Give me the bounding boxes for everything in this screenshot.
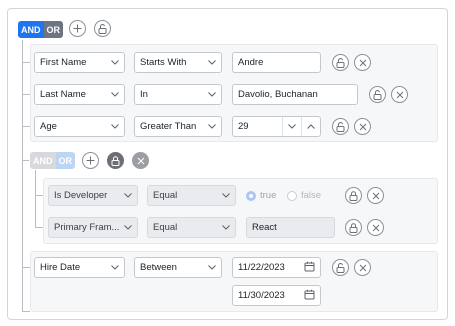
- chevron-down-icon: [123, 191, 132, 200]
- rule2-value-text: Davolio, Buchanan: [238, 89, 318, 100]
- rule2-operator-dropdown[interactable]: In: [134, 84, 222, 105]
- subrule1-operator-value: Equal: [153, 190, 178, 201]
- rule3-operator-dropdown[interactable]: Greater Than: [134, 116, 222, 137]
- rule3-field-value: Age: [40, 121, 57, 132]
- subrule1-field-dropdown[interactable]: Is Developer: [48, 185, 138, 206]
- radio-selected-icon: [246, 190, 256, 201]
- subrule1-false-radio[interactable]: false: [287, 190, 321, 201]
- subgroup-and-or-toggle[interactable]: AND OR: [30, 152, 75, 169]
- subrule2-value-text: React: [252, 222, 277, 233]
- rule3-value-numeric[interactable]: 29: [232, 116, 321, 137]
- rule2-value-input[interactable]: Davolio, Buchanan: [232, 84, 358, 105]
- chevron-down-icon: [221, 223, 230, 232]
- tree-connector: [22, 160, 29, 161]
- rule4-field-dropdown[interactable]: Hire Date: [34, 257, 125, 278]
- calendar-icon[interactable]: [304, 261, 315, 275]
- root-or-button[interactable]: OR: [43, 21, 63, 38]
- rule4-close-icon[interactable]: [354, 259, 371, 276]
- rule1-value-input[interactable]: Andre: [232, 52, 321, 73]
- rule1-value-text: Andre: [238, 57, 264, 68]
- chevron-down-icon: [207, 90, 216, 99]
- subrule1-true-label: true: [260, 190, 277, 201]
- rule4-unlock-icon[interactable]: [332, 259, 349, 276]
- rule4-to-date-input[interactable]: 11/30/2023: [232, 285, 321, 306]
- subrule1-true-radio[interactable]: true: [246, 190, 276, 201]
- subrule2-close-icon[interactable]: [367, 219, 384, 236]
- rule4-from-date-text: 11/22/2023: [238, 262, 285, 273]
- tree-connector: [35, 170, 36, 228]
- subrule2-operator-dropdown[interactable]: Equal: [147, 217, 236, 238]
- chevron-down-icon: [110, 58, 119, 67]
- rule1-field-value: First Name: [40, 57, 87, 68]
- rule1-close-icon[interactable]: [354, 54, 371, 71]
- chevron-down-icon: [110, 263, 119, 272]
- root-add-icon[interactable]: [69, 20, 86, 37]
- rule1-field-dropdown[interactable]: First Name: [34, 52, 125, 73]
- subgroup-add-icon[interactable]: [82, 152, 99, 169]
- rule2-field-dropdown[interactable]: Last Name: [34, 84, 125, 105]
- tree-connector: [22, 40, 23, 312]
- subgroup-or-button[interactable]: OR: [55, 152, 75, 169]
- rule4-operator-value: Between: [140, 262, 177, 273]
- rule3-operator-value: Greater Than: [140, 121, 197, 132]
- subgroup-lock-icon[interactable]: [107, 152, 124, 169]
- rule1-operator-dropdown[interactable]: Starts With: [134, 52, 222, 73]
- subgroup-close-icon[interactable]: [132, 152, 149, 169]
- subrule2-field-value: Primary Fram...: [54, 222, 120, 233]
- spin-down-icon[interactable]: [282, 117, 301, 136]
- subrule1-close-icon[interactable]: [367, 187, 384, 204]
- radio-unselected-icon: [287, 190, 297, 201]
- rule1-unlock-icon[interactable]: [332, 54, 349, 71]
- rule4-field-value: Hire Date: [40, 262, 81, 273]
- rule3-value-text: 29: [238, 121, 249, 132]
- chevron-down-icon: [221, 191, 230, 200]
- chevron-down-icon: [110, 122, 119, 131]
- root-and-or-toggle[interactable]: AND OR: [18, 21, 63, 38]
- chevron-down-icon: [207, 58, 216, 67]
- subgroup-and-button[interactable]: AND: [30, 152, 56, 169]
- rule3-unlock-icon[interactable]: [332, 118, 349, 135]
- subrule2-field-dropdown[interactable]: Primary Fram...: [48, 217, 138, 238]
- rule3-close-icon[interactable]: [354, 118, 371, 135]
- chevron-down-icon: [123, 223, 132, 232]
- rule2-operator-value: In: [140, 89, 148, 100]
- tree-connector: [22, 311, 30, 312]
- subrule1-operator-dropdown[interactable]: Equal: [147, 185, 236, 206]
- rule2-field-value: Last Name: [40, 89, 86, 100]
- root-and-button[interactable]: AND: [18, 21, 44, 38]
- chevron-down-icon: [207, 263, 216, 272]
- spin-up-icon[interactable]: [301, 117, 320, 136]
- chevron-down-icon: [110, 90, 119, 99]
- root-unlock-icon[interactable]: [94, 20, 111, 37]
- subrule2-operator-value: Equal: [153, 222, 178, 233]
- subrule1-false-label: false: [301, 190, 322, 201]
- subrule1-lock-icon[interactable]: [345, 187, 362, 204]
- rule2-unlock-icon[interactable]: [369, 86, 386, 103]
- subrule2-value-input[interactable]: React: [246, 217, 335, 238]
- subrule1-field-value: Is Developer: [54, 190, 108, 201]
- chevron-down-icon: [207, 122, 216, 131]
- rule4-operator-dropdown[interactable]: Between: [134, 257, 222, 278]
- rule3-field-dropdown[interactable]: Age: [34, 116, 125, 137]
- rule4-from-date-input[interactable]: 11/22/2023: [232, 257, 321, 278]
- rule4-to-date-text: 11/30/2023: [238, 290, 285, 301]
- calendar-icon[interactable]: [304, 289, 315, 303]
- rule2-close-icon[interactable]: [391, 86, 408, 103]
- rule1-operator-value: Starts With: [140, 57, 187, 68]
- subrule2-lock-icon[interactable]: [345, 219, 362, 236]
